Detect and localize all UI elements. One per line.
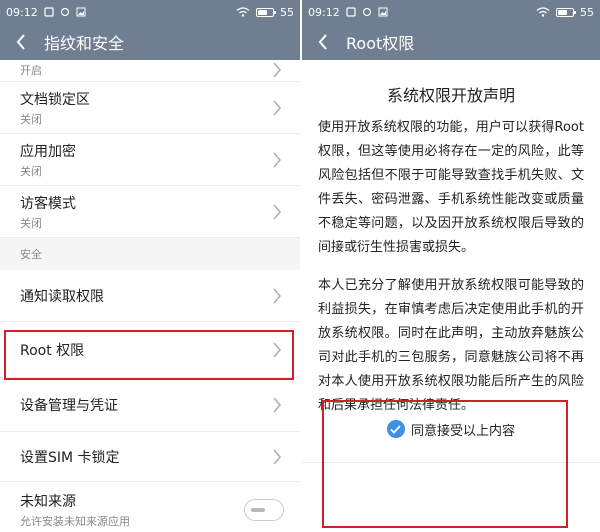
battery-level: 55 [280, 5, 294, 19]
back-arrow-icon [16, 34, 25, 50]
top-app-bar: Root权限 [302, 24, 600, 60]
list-item-status: 关闭 [20, 112, 42, 126]
agree-checkbox-row[interactable]: 同意接受以上内容 [302, 414, 600, 444]
settings-list: 开启 文档锁定区 关闭 应用加密 关闭 访客模式 关闭 [0, 60, 300, 238]
chevron-right-icon [273, 287, 282, 304]
notification-icon [44, 7, 54, 17]
left-screen: 09:12 55 指纹和安全 开启 文档锁定区 关闭 应用加密 关闭 访客模式 … [0, 0, 300, 532]
battery-icon [556, 7, 576, 17]
image-icon [378, 7, 388, 17]
list-item-partial[interactable]: 开启 [0, 60, 300, 82]
chevron-right-icon [273, 203, 282, 220]
chevron-right-icon [273, 448, 282, 465]
list-item-device-admin[interactable]: 设备管理与凭证 [0, 378, 300, 432]
battery-icon [256, 7, 276, 17]
back-button[interactable] [12, 33, 30, 51]
list-item-label: 未知来源 [20, 493, 76, 510]
list-item-status: 关闭 [20, 164, 42, 178]
list-item-status: 关闭 [20, 216, 42, 230]
status-time: 09:12 [308, 5, 340, 19]
list-item-guest-mode[interactable]: 访客模式 关闭 [0, 186, 300, 238]
unknown-sources-toggle[interactable] [244, 498, 284, 521]
page-title: Root权限 [346, 34, 415, 53]
security-list: 通知读取权限 Root 权限 设备管理与凭证 设置SIM 卡锁定 未知来源 允许… [0, 270, 300, 532]
chevron-right-icon [273, 341, 282, 358]
page-title: 指纹和安全 [44, 34, 125, 53]
list-item-sim-lock[interactable]: 设置SIM 卡锁定 [0, 432, 300, 482]
list-item-label: Root 权限 [20, 342, 85, 359]
battery-level: 55 [580, 5, 594, 19]
list-item-label: 设备管理与凭证 [20, 397, 118, 414]
list-item-root-permission[interactable]: Root 权限 [0, 322, 300, 378]
list-item-status: 允许安装未知来源应用 [20, 514, 130, 528]
back-button[interactable] [314, 33, 332, 51]
check-icon [390, 424, 402, 434]
list-item-unknown-sources[interactable]: 未知来源 允许安装未知来源应用 [0, 482, 300, 532]
declaration-heading: 系统权限开放声明 [386, 86, 515, 105]
agree-checkbox[interactable] [386, 420, 405, 438]
back-arrow-icon [318, 34, 327, 50]
right-screen: 09:12 55 Root权限 系统权限开放声明 使用开放系统权限的功能，用户可… [302, 0, 600, 532]
list-item-label: 设置SIM 卡锁定 [20, 449, 120, 466]
wifi-icon [536, 7, 550, 17]
chevron-right-icon [273, 99, 282, 116]
chevron-right-icon [273, 62, 282, 78]
list-item-notification-access[interactable]: 通知读取权限 [0, 270, 300, 322]
notification-icon [346, 7, 356, 17]
top-app-bar: 指纹和安全 [0, 24, 300, 60]
list-item-document-lock[interactable]: 文档锁定区 关闭 [0, 82, 300, 134]
divider-line [302, 462, 600, 463]
agree-label: 同意接受以上内容 [410, 423, 515, 439]
image-icon [76, 7, 86, 17]
list-item-label: 文档锁定区 [20, 91, 90, 108]
wifi-icon [236, 7, 250, 17]
list-item-label: 通知读取权限 [20, 288, 104, 305]
sync-icon [60, 7, 69, 17]
list-item-app-encryption[interactable]: 应用加密 关闭 [0, 134, 300, 186]
list-item-label: 访客模式 [20, 195, 76, 212]
status-bar: 09:12 55 [302, 0, 600, 24]
chevron-right-icon [273, 396, 282, 413]
sync-icon [362, 7, 371, 17]
chevron-right-icon [273, 151, 282, 168]
list-item-status: 开启 [20, 64, 42, 77]
declaration-paragraph-2: 本人已充分了解使用开放系统权限可能导致的利益损失，在审慎考虑后决定使用此手机的开… [318, 278, 584, 413]
status-time: 09:12 [6, 5, 38, 19]
declaration-paragraph-1: 使用开放系统权限的功能，用户可以获得Root权限，但这等使用必将存在一定的风险，… [318, 120, 584, 255]
status-bar: 09:12 55 [0, 0, 300, 24]
section-header-security: 安全 [0, 238, 300, 270]
list-item-label: 应用加密 [20, 143, 76, 160]
